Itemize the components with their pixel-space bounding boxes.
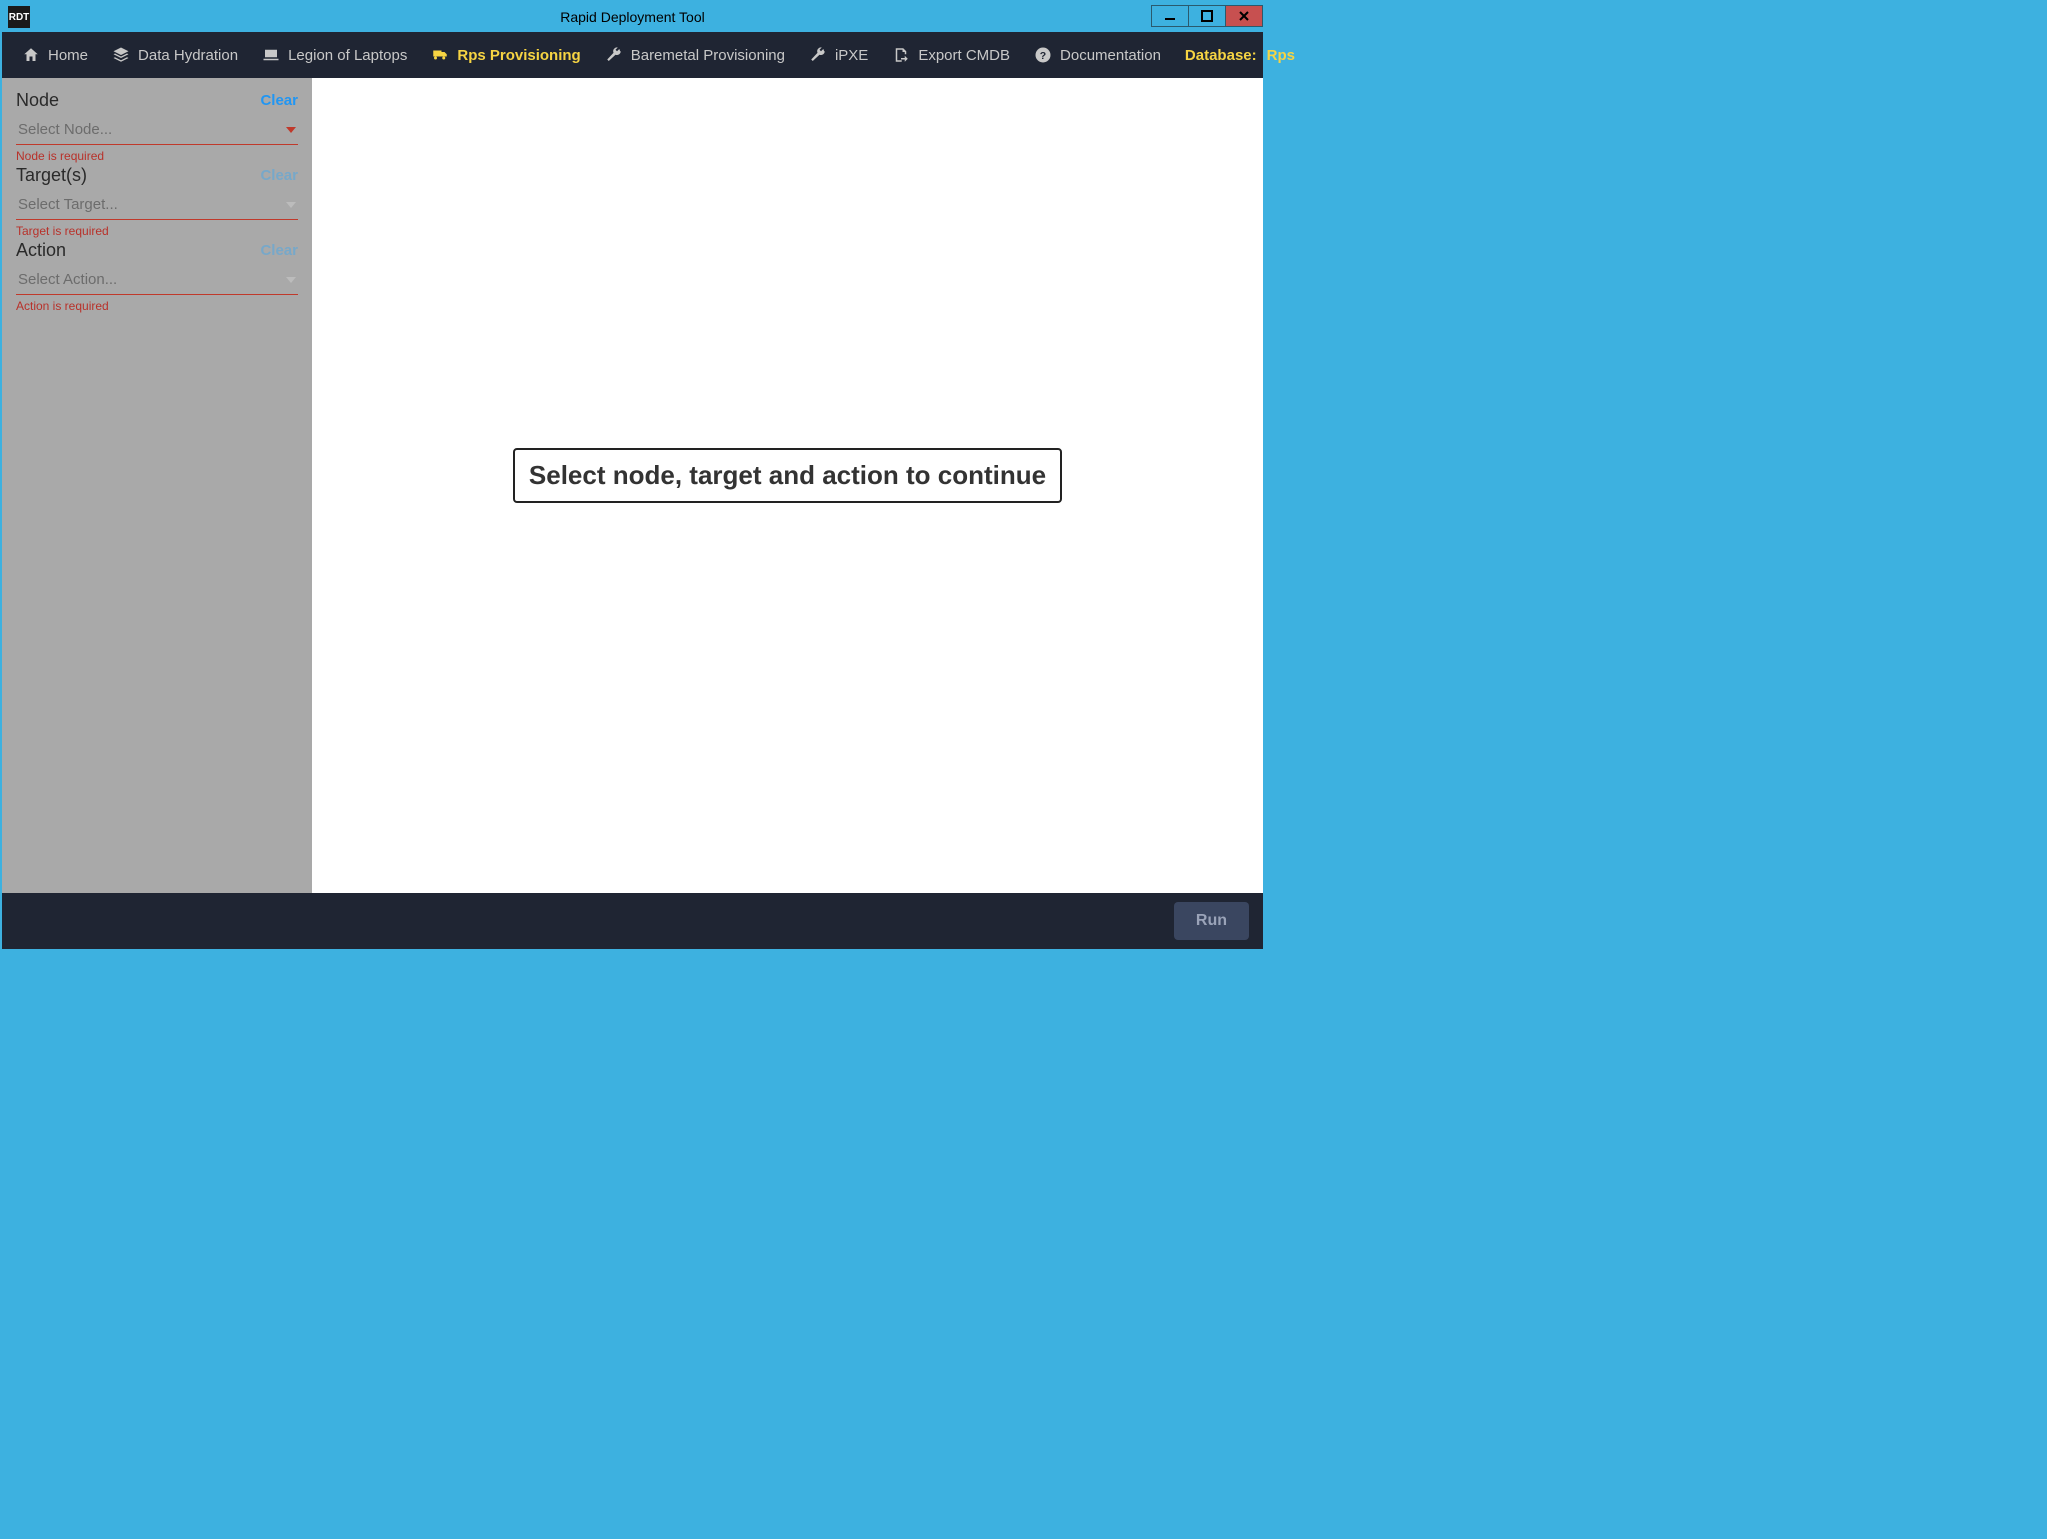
node-field: Node Clear Select Node... Node is requir…: [2, 90, 312, 165]
sidebar: Node Clear Select Node... Node is requir…: [2, 78, 312, 893]
node-placeholder: Select Node...: [18, 121, 112, 138]
nav-label: Documentation: [1060, 47, 1161, 64]
window-controls: [1152, 5, 1263, 29]
home-icon: [22, 46, 40, 64]
target-placeholder: Select Target...: [18, 196, 118, 213]
run-button[interactable]: Run: [1174, 902, 1249, 940]
nav-documentation[interactable]: ? Documentation: [1024, 38, 1171, 72]
chevron-down-icon: [286, 277, 296, 283]
node-clear-link[interactable]: Clear: [260, 92, 298, 109]
target-select[interactable]: Select Target...: [16, 192, 298, 220]
nav-label: Legion of Laptops: [288, 47, 407, 64]
wrench-icon: [809, 46, 827, 64]
action-field: Action Clear Select Action... Action is …: [2, 240, 312, 315]
nav-baremetal-provisioning[interactable]: Baremetal Provisioning: [595, 38, 795, 72]
svg-text:?: ?: [1040, 50, 1046, 62]
truck-icon: [431, 46, 449, 64]
titlebar: RDT Rapid Deployment Tool: [2, 2, 1263, 32]
nav-label: Data Hydration: [138, 47, 238, 64]
nav-data-hydration[interactable]: Data Hydration: [102, 38, 248, 72]
window-title: Rapid Deployment Tool: [560, 9, 705, 25]
main-panel: Select node, target and action to contin…: [312, 78, 1263, 893]
content-area: Node Clear Select Node... Node is requir…: [2, 78, 1263, 893]
node-label: Node: [16, 90, 59, 111]
target-clear-link[interactable]: Clear: [260, 167, 298, 184]
chevron-down-icon: [286, 202, 296, 208]
node-select[interactable]: Select Node...: [16, 117, 298, 145]
action-select[interactable]: Select Action...: [16, 267, 298, 295]
nav-ipxe[interactable]: iPXE: [799, 38, 878, 72]
nav-label: iPXE: [835, 47, 868, 64]
action-placeholder: Select Action...: [18, 271, 117, 288]
target-label: Target(s): [16, 165, 87, 186]
export-icon: [892, 46, 910, 64]
maximize-button[interactable]: [1188, 5, 1226, 27]
nav-label: Home: [48, 47, 88, 64]
close-button[interactable]: [1225, 5, 1263, 27]
nav-rps-provisioning[interactable]: Rps Provisioning: [421, 38, 590, 72]
node-error: Node is required: [16, 149, 298, 163]
action-clear-link[interactable]: Clear: [260, 242, 298, 259]
navbar: Home Data Hydration Legion of Laptops Rp…: [2, 32, 1263, 78]
layers-icon: [112, 46, 130, 64]
target-field: Target(s) Clear Select Target... Target …: [2, 165, 312, 240]
window-frame: RDT Rapid Deployment Tool Home Data Hydr…: [0, 0, 1265, 951]
nav-label: Baremetal Provisioning: [631, 47, 785, 64]
nav-legion-laptops[interactable]: Legion of Laptops: [252, 38, 417, 72]
app-icon: RDT: [8, 6, 30, 28]
nav-export-cmdb[interactable]: Export CMDB: [882, 38, 1020, 72]
database-label: Database:: [1179, 47, 1263, 64]
minimize-button[interactable]: [1151, 5, 1189, 27]
chevron-down-icon: [286, 127, 296, 133]
footer: Run: [2, 893, 1263, 949]
nav-label: Rps Provisioning: [457, 47, 580, 64]
nav-label: Export CMDB: [918, 47, 1010, 64]
laptop-icon: [262, 46, 280, 64]
database-value: Rps: [1267, 47, 1301, 64]
target-error: Target is required: [16, 224, 298, 238]
wrench-icon: [605, 46, 623, 64]
app-body: Home Data Hydration Legion of Laptops Rp…: [2, 32, 1263, 949]
help-icon: ?: [1034, 46, 1052, 64]
action-error: Action is required: [16, 299, 298, 313]
nav-home[interactable]: Home: [12, 38, 98, 72]
action-label: Action: [16, 240, 66, 261]
main-prompt: Select node, target and action to contin…: [513, 448, 1062, 503]
